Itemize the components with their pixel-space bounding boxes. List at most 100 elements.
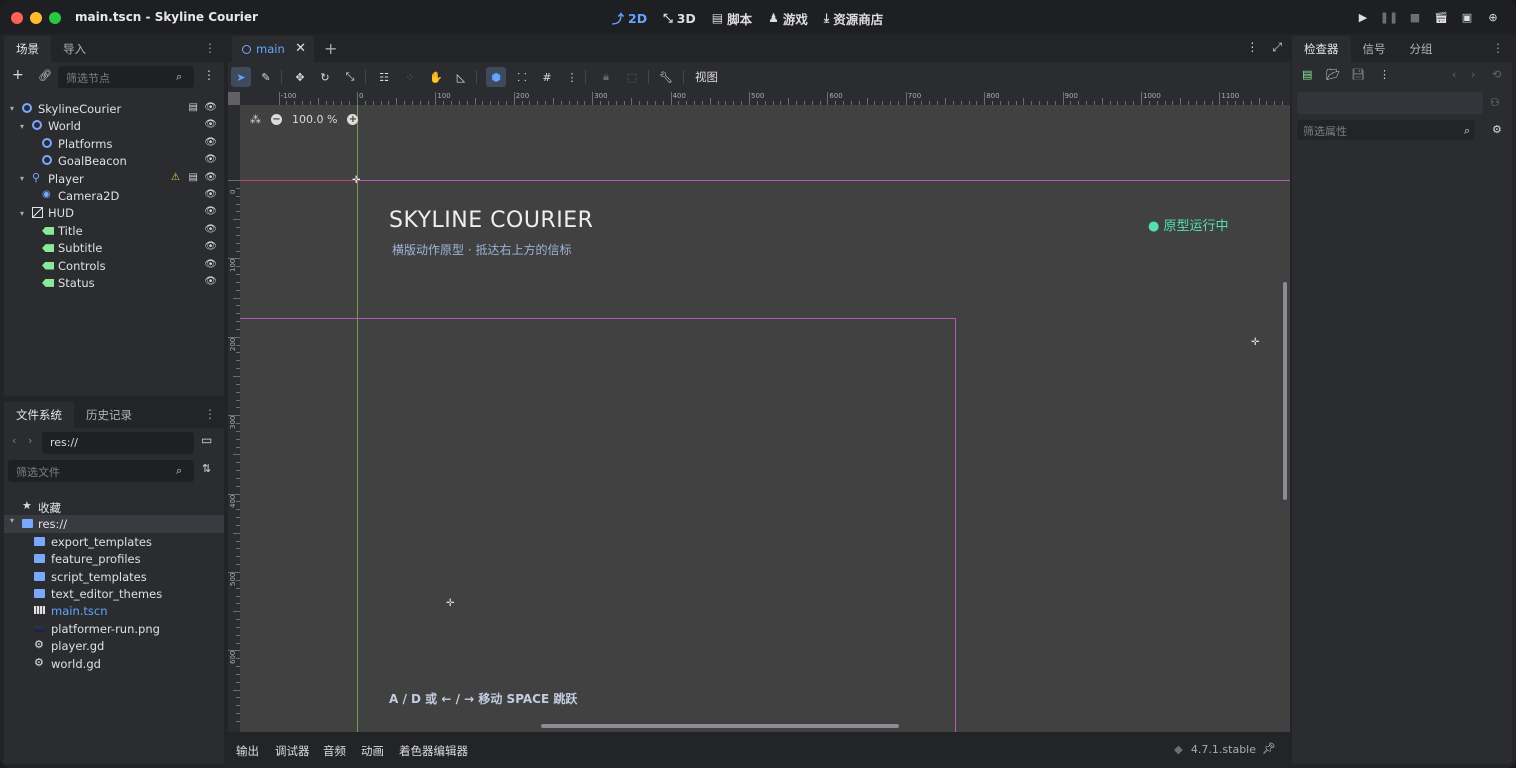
bottom-tab-audio[interactable]: 音频 bbox=[323, 743, 346, 759]
distraction-free-icon[interactable]: ⤢ bbox=[1272, 40, 1282, 55]
scene-tabs-menu-icon[interactable]: ⋮ bbox=[1246, 40, 1258, 55]
tab-scene[interactable]: 场景 bbox=[4, 36, 51, 62]
scene-node-platforms[interactable]: Platforms 👁︎ bbox=[4, 135, 224, 152]
pin-icon[interactable]: 📌︎ bbox=[1262, 742, 1276, 755]
goal-beacon-marker-icon[interactable]: ✛ bbox=[1251, 337, 1259, 348]
scene-node-skylinecourier[interactable]: ▾ SkylineCourier ▤ 👁︎ bbox=[4, 100, 224, 117]
favorites-item[interactable]: ★ 收藏 bbox=[4, 498, 224, 515]
link-icon[interactable]: 🔗︎ bbox=[38, 69, 52, 82]
chevron-down-icon[interactable]: ▾ bbox=[10, 104, 14, 113]
file-item[interactable]: ⚙ world.gd bbox=[4, 655, 224, 672]
script-icon[interactable]: ▤ bbox=[189, 102, 198, 113]
sort-icon[interactable]: ⇅ bbox=[202, 462, 211, 475]
zoom-in-icon[interactable]: + bbox=[347, 114, 359, 125]
select-mode-icon[interactable]: ➤ bbox=[231, 67, 251, 87]
dock-menu-icon[interactable]: ⋮ bbox=[1492, 41, 1504, 55]
file-item[interactable]: platformer-run.png bbox=[4, 620, 224, 637]
maximize-window-button[interactable] bbox=[49, 12, 61, 24]
visibility-eye-icon[interactable]: 👁︎ bbox=[204, 206, 217, 217]
history-forward-icon[interactable]: › bbox=[1471, 68, 1475, 81]
scene-node-title[interactable]: Title 👁︎ bbox=[4, 222, 224, 239]
property-filter-input[interactable]: 筛选属性 bbox=[1297, 120, 1475, 140]
selected-object-field[interactable] bbox=[1297, 92, 1483, 114]
visibility-eye-icon[interactable]: 👁︎ bbox=[204, 119, 217, 130]
object-properties-icon[interactable]: ⚇ bbox=[1490, 96, 1500, 109]
back-icon[interactable]: ‹ bbox=[12, 434, 16, 447]
filter-settings-icon[interactable]: ⚙ bbox=[1492, 123, 1502, 136]
ruler-mode-icon[interactable]: ◺ bbox=[451, 67, 471, 87]
file-item[interactable]: script_templates bbox=[4, 568, 224, 585]
zoom-level[interactable]: 100.0 % bbox=[292, 113, 337, 126]
movie-maker-icon[interactable]: ⊕ bbox=[1486, 9, 1500, 25]
mode-script-button[interactable]: ▤ 脚本 bbox=[712, 9, 752, 27]
split-view-icon[interactable]: ▭ bbox=[201, 433, 212, 447]
res-root-item[interactable]: ▾ res:// bbox=[4, 515, 224, 533]
chevron-down-icon[interactable]: ▾ bbox=[20, 122, 24, 131]
visibility-eye-icon[interactable]: 👁︎ bbox=[204, 189, 217, 200]
hud-controls-text[interactable]: A / D 或 ← / → 移动 SPACE 跳跃 bbox=[389, 690, 577, 707]
play-current-scene-icon[interactable]: 🎬︎ bbox=[1434, 9, 1448, 25]
mode-game-button[interactable]: ♟ 游戏 bbox=[768, 9, 808, 27]
skeleton-icon[interactable]: 🔧︎ bbox=[656, 67, 676, 87]
mode-3d-button[interactable]: ⤡ 3D bbox=[663, 9, 696, 27]
scene-node-camera2d[interactable]: ◉ Camera2D 👁︎ bbox=[4, 187, 224, 204]
visibility-eye-icon[interactable]: 👁︎ bbox=[204, 241, 217, 252]
close-window-button[interactable] bbox=[11, 12, 23, 24]
tab-history[interactable]: 历史记录 bbox=[74, 402, 144, 428]
stop-icon[interactable]: ■ bbox=[1408, 9, 1422, 25]
script-icon[interactable]: ▤ bbox=[189, 172, 198, 183]
group-icon[interactable]: ⬚ bbox=[622, 67, 642, 87]
bottom-tab-animation[interactable]: 动画 bbox=[361, 743, 384, 759]
zoom-out-icon[interactable]: − bbox=[271, 114, 282, 125]
vertical-scrollbar[interactable] bbox=[1283, 282, 1287, 500]
paint-icon[interactable]: ✎ bbox=[256, 67, 276, 87]
visibility-eye-icon[interactable]: 👁︎ bbox=[204, 102, 217, 113]
chevron-down-icon[interactable]: ▾ bbox=[20, 209, 24, 218]
scene-node-controls[interactable]: Controls 👁︎ bbox=[4, 257, 224, 274]
visibility-eye-icon[interactable]: 👁︎ bbox=[204, 276, 217, 287]
tab-import[interactable]: 导入 bbox=[51, 36, 98, 62]
play-icon[interactable]: ▶ bbox=[1356, 9, 1370, 25]
scene-node-world[interactable]: ▾ World 👁︎ bbox=[4, 117, 224, 134]
chevron-down-icon[interactable]: ▾ bbox=[10, 516, 14, 525]
scene-tab-main[interactable]: main ✕ bbox=[232, 36, 314, 62]
horizontal-scrollbar[interactable] bbox=[541, 724, 899, 728]
tab-groups[interactable]: 分组 bbox=[1398, 36, 1445, 62]
forward-icon[interactable]: › bbox=[28, 434, 32, 447]
list-select-icon[interactable]: ☷ bbox=[374, 67, 394, 87]
file-item[interactable]: main.tscn bbox=[4, 602, 224, 619]
smart-snap-icon[interactable]: ⬢ bbox=[486, 67, 506, 87]
file-item[interactable]: ⚙ player.gd bbox=[4, 637, 224, 654]
tab-signals[interactable]: 信号 bbox=[1351, 36, 1398, 62]
view-menu[interactable]: 视图 bbox=[695, 69, 718, 85]
mode-2d-button[interactable]: ⤴ 2D bbox=[612, 9, 647, 27]
dock-menu-icon[interactable]: ⋮ bbox=[204, 407, 216, 421]
snap-options-icon[interactable]: ⸬ bbox=[512, 67, 532, 87]
file-item[interactable]: export_templates bbox=[4, 533, 224, 550]
chevron-down-icon[interactable]: ▾ bbox=[20, 174, 24, 183]
bottom-tab-shader-editor[interactable]: 着色器编辑器 bbox=[399, 743, 468, 759]
play-custom-scene-icon[interactable]: ▣ bbox=[1460, 9, 1474, 25]
object-history-icon[interactable]: ⟲ bbox=[1492, 68, 1501, 81]
visibility-eye-icon[interactable]: 👁︎ bbox=[204, 137, 217, 148]
lock-icon[interactable]: 🔒︎ bbox=[596, 67, 616, 87]
minimize-window-button[interactable] bbox=[30, 12, 42, 24]
add-scene-tab-icon[interactable]: + bbox=[324, 39, 337, 58]
visibility-eye-icon[interactable]: 👁︎ bbox=[204, 224, 217, 235]
path-field[interactable]: res:// bbox=[42, 432, 194, 454]
center-view-icon[interactable]: ⁂ bbox=[250, 113, 261, 126]
pan-mode-icon[interactable]: ✋ bbox=[426, 67, 446, 87]
file-filter-input[interactable]: 筛选文件 bbox=[8, 460, 194, 482]
hud-subtitle-text[interactable]: 横版动作原型 · 抵达右上方的信标 bbox=[392, 241, 571, 258]
scene-node-goalbeacon[interactable]: GoalBeacon 👁︎ bbox=[4, 152, 224, 169]
player-marker-icon[interactable]: ✛ bbox=[446, 598, 454, 609]
grid-snap-icon[interactable]: # bbox=[537, 67, 557, 87]
hud-status-text[interactable]: ● 原型运行中 bbox=[1148, 215, 1228, 234]
node-filter-input[interactable]: 筛选节点 bbox=[58, 66, 194, 88]
close-icon[interactable]: ✕ bbox=[295, 41, 306, 56]
inspector-options-icon[interactable]: ⋮ bbox=[1379, 68, 1390, 81]
move-mode-icon[interactable]: ✥ bbox=[290, 67, 310, 87]
file-item[interactable]: text_editor_themes bbox=[4, 585, 224, 602]
visibility-eye-icon[interactable]: 👁︎ bbox=[204, 172, 217, 183]
bottom-tab-output[interactable]: 输出 bbox=[236, 743, 259, 759]
